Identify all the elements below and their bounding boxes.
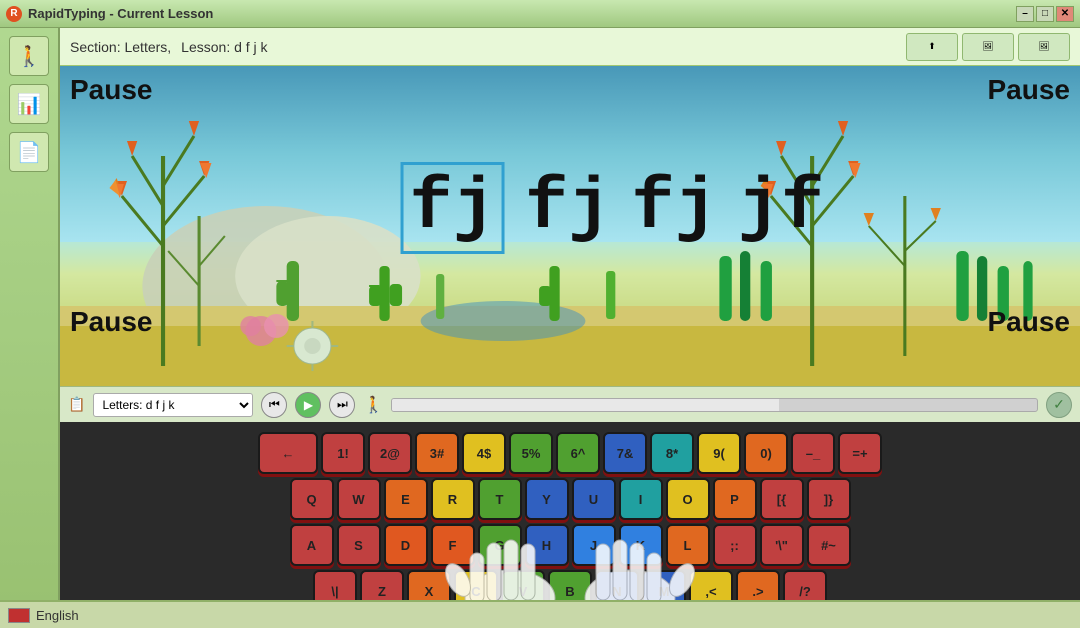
- walker-indicator: 🚶: [363, 395, 383, 415]
- key-equals[interactable]: =+: [838, 432, 882, 474]
- key-row-0: ← 1! 2@ 3# 4$ 5% 6^ 7& 8* 9( 0) –_ =+: [270, 432, 870, 474]
- progress-fill: [392, 399, 779, 411]
- taskbar: English: [0, 600, 1080, 628]
- typing-word-3: fj: [631, 167, 717, 249]
- key-backslash[interactable]: ←: [258, 432, 318, 474]
- key-s[interactable]: S: [337, 524, 381, 566]
- key-a[interactable]: A: [290, 524, 334, 566]
- lesson-select[interactable]: Letters: d f j k: [93, 393, 253, 417]
- key-quote[interactable]: '\": [760, 524, 804, 566]
- key-8[interactable]: 8*: [650, 432, 694, 474]
- sidebar: 🚶 📊 📄: [0, 28, 60, 628]
- key-q[interactable]: Q: [290, 478, 334, 520]
- minimize-button[interactable]: –: [1016, 6, 1034, 22]
- app-container: 🚶 📊 📄 Section: Letters, Lesson: d f j k …: [0, 28, 1080, 628]
- sidebar-item-walker[interactable]: 🚶: [9, 36, 49, 76]
- control-bar: 📋 Letters: d f j k ⏮ ▶ ⏭ 🚶 ✓: [60, 386, 1080, 422]
- typing-word-2: fj: [525, 167, 611, 249]
- key-2[interactable]: 2@: [368, 432, 412, 474]
- keyboard-area: ← 1! 2@ 3# 4$ 5% 6^ 7& 8* 9( 0) –_ =+ Q: [60, 422, 1080, 628]
- progress-bar[interactable]: [391, 398, 1038, 412]
- toolbar-btn-2[interactable]: 🖼: [962, 33, 1014, 61]
- pause-top-left: Pause: [70, 74, 153, 106]
- maximize-button[interactable]: □: [1036, 6, 1054, 22]
- key-w[interactable]: W: [337, 478, 381, 520]
- pause-bottom-left: Pause: [70, 306, 153, 338]
- typing-display: fj fj fj jf: [401, 162, 825, 254]
- key-dash[interactable]: –_: [791, 432, 835, 474]
- window-title: RapidTyping - Current Lesson: [28, 6, 213, 21]
- pause-bottom-right: Pause: [988, 306, 1071, 338]
- next-button[interactable]: ⏭: [329, 392, 355, 418]
- toolbar-right: ⬆ 🖼 🖼: [906, 33, 1070, 61]
- key-5[interactable]: 5%: [509, 432, 553, 474]
- toolbar: Section: Letters, Lesson: d f j k ⬆ 🖼 🖼: [60, 28, 1080, 66]
- key-6[interactable]: 6^: [556, 432, 600, 474]
- key-4[interactable]: 4$: [462, 432, 506, 474]
- typing-word-4: jf: [738, 167, 824, 249]
- walker-icon: 🚶: [17, 44, 42, 69]
- flag-icon: [8, 608, 30, 623]
- toolbar-btn-3[interactable]: 🖼: [1018, 33, 1070, 61]
- sidebar-item-graph[interactable]: 📊: [9, 84, 49, 124]
- key-hash[interactable]: #~: [807, 524, 851, 566]
- title-bar-left: R RapidTyping - Current Lesson: [6, 6, 213, 22]
- key-1[interactable]: 1!: [321, 432, 365, 474]
- section-label: Section: Letters,: [70, 39, 171, 55]
- lesson-label: Lesson: d f j k: [181, 39, 267, 55]
- sidebar-item-document[interactable]: 📄: [9, 132, 49, 172]
- prev-button[interactable]: ⏮: [261, 392, 287, 418]
- check-button[interactable]: ✓: [1046, 392, 1072, 418]
- key-7[interactable]: 7&: [603, 432, 647, 474]
- pause-top-right: Pause: [988, 74, 1071, 106]
- graph-icon: 📊: [17, 92, 42, 117]
- play-button[interactable]: ▶: [295, 392, 321, 418]
- key-9[interactable]: 9(: [697, 432, 741, 474]
- key-rbracket[interactable]: ]}: [807, 478, 851, 520]
- key-3[interactable]: 3#: [415, 432, 459, 474]
- main-content: Section: Letters, Lesson: d f j k ⬆ 🖼 🖼: [60, 28, 1080, 628]
- key-0[interactable]: 0): [744, 432, 788, 474]
- document-icon: 📄: [17, 140, 42, 165]
- toolbar-btn-1[interactable]: ⬆: [906, 33, 958, 61]
- close-button[interactable]: ✕: [1056, 6, 1074, 22]
- app-icon: R: [6, 6, 22, 22]
- lesson-icon: 📋: [68, 396, 85, 413]
- key-lbracket[interactable]: [{: [760, 478, 804, 520]
- scene-area: Pause Pause Pause Pause fj fj fj jf: [60, 66, 1080, 386]
- language-label: English: [36, 608, 79, 623]
- title-bar: R RapidTyping - Current Lesson – □ ✕: [0, 0, 1080, 28]
- window-controls[interactable]: – □ ✕: [1016, 6, 1074, 22]
- typing-word-1: fj: [401, 162, 505, 254]
